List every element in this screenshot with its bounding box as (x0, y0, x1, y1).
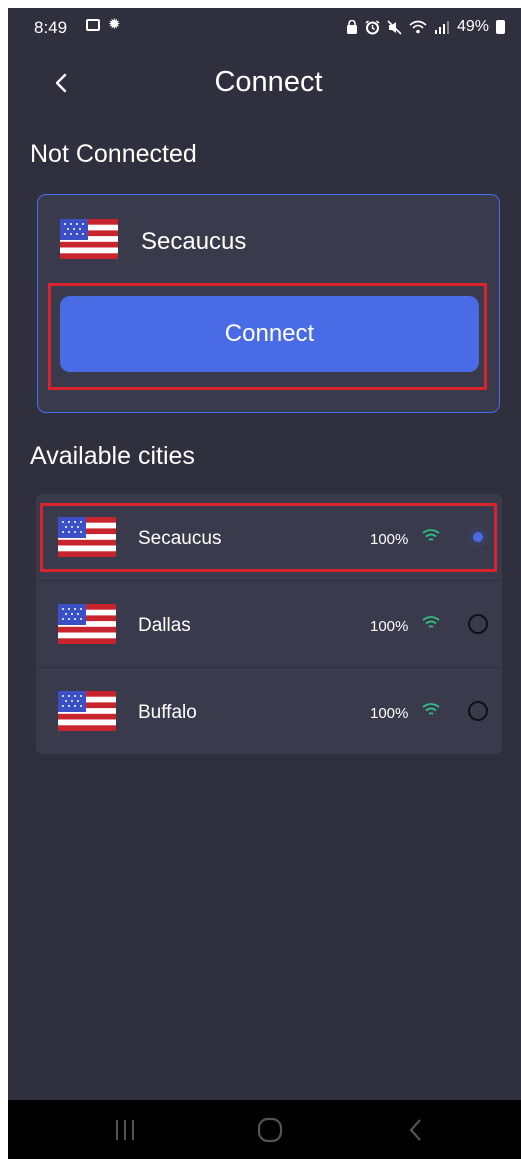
city-load: 100% (370, 618, 409, 635)
city-row-dallas[interactable]: Dallas 100% (36, 581, 502, 667)
city-load: 100% (370, 705, 409, 722)
system-nav-bar (8, 1100, 521, 1159)
connect-button[interactable]: Connect (60, 296, 479, 372)
sun-icon: ✹ (108, 16, 121, 33)
lock-icon (346, 20, 357, 34)
mute-icon (387, 19, 402, 35)
home-icon[interactable] (256, 1116, 284, 1144)
connection-status: Not Connected (30, 140, 197, 168)
app-screen: 8:49 ✹ 49% Connect Not Connected Secaucu… (8, 8, 521, 1159)
alarm-icon (365, 19, 380, 34)
city-radio[interactable] (468, 614, 488, 634)
status-time: 8:49 (34, 18, 68, 37)
current-server-card: Secaucus Connect (37, 194, 500, 413)
signal-icon (434, 21, 449, 34)
city-row-buffalo[interactable]: Buffalo 100% (36, 668, 502, 754)
signal-strength-icon (422, 703, 440, 715)
current-server-city: Secaucus (141, 228, 247, 255)
city-name: Buffalo (138, 702, 197, 723)
image-icon (86, 18, 100, 31)
status-bar: 8:49 ✹ 49% (8, 8, 521, 48)
recent-apps-icon[interactable] (112, 1116, 138, 1144)
nav-back-icon[interactable] (406, 1116, 426, 1144)
city-row-secaucus[interactable]: Secaucus 100% (36, 494, 502, 580)
city-highlight-box (40, 503, 497, 572)
signal-strength-icon (422, 616, 440, 628)
battery-icon (496, 20, 505, 34)
battery-percent: 49% (456, 18, 489, 35)
city-list: Secaucus 100% Dallas 100% Buffalo 100% (36, 494, 502, 755)
page-title: Connect (214, 66, 323, 98)
us-flag-icon (60, 219, 118, 259)
city-name: Dallas (138, 615, 191, 636)
wifi-icon (409, 20, 427, 34)
us-flag-icon (58, 691, 116, 731)
available-cities-heading: Available cities (30, 442, 195, 470)
us-flag-icon (58, 604, 116, 644)
city-radio[interactable] (468, 701, 488, 721)
